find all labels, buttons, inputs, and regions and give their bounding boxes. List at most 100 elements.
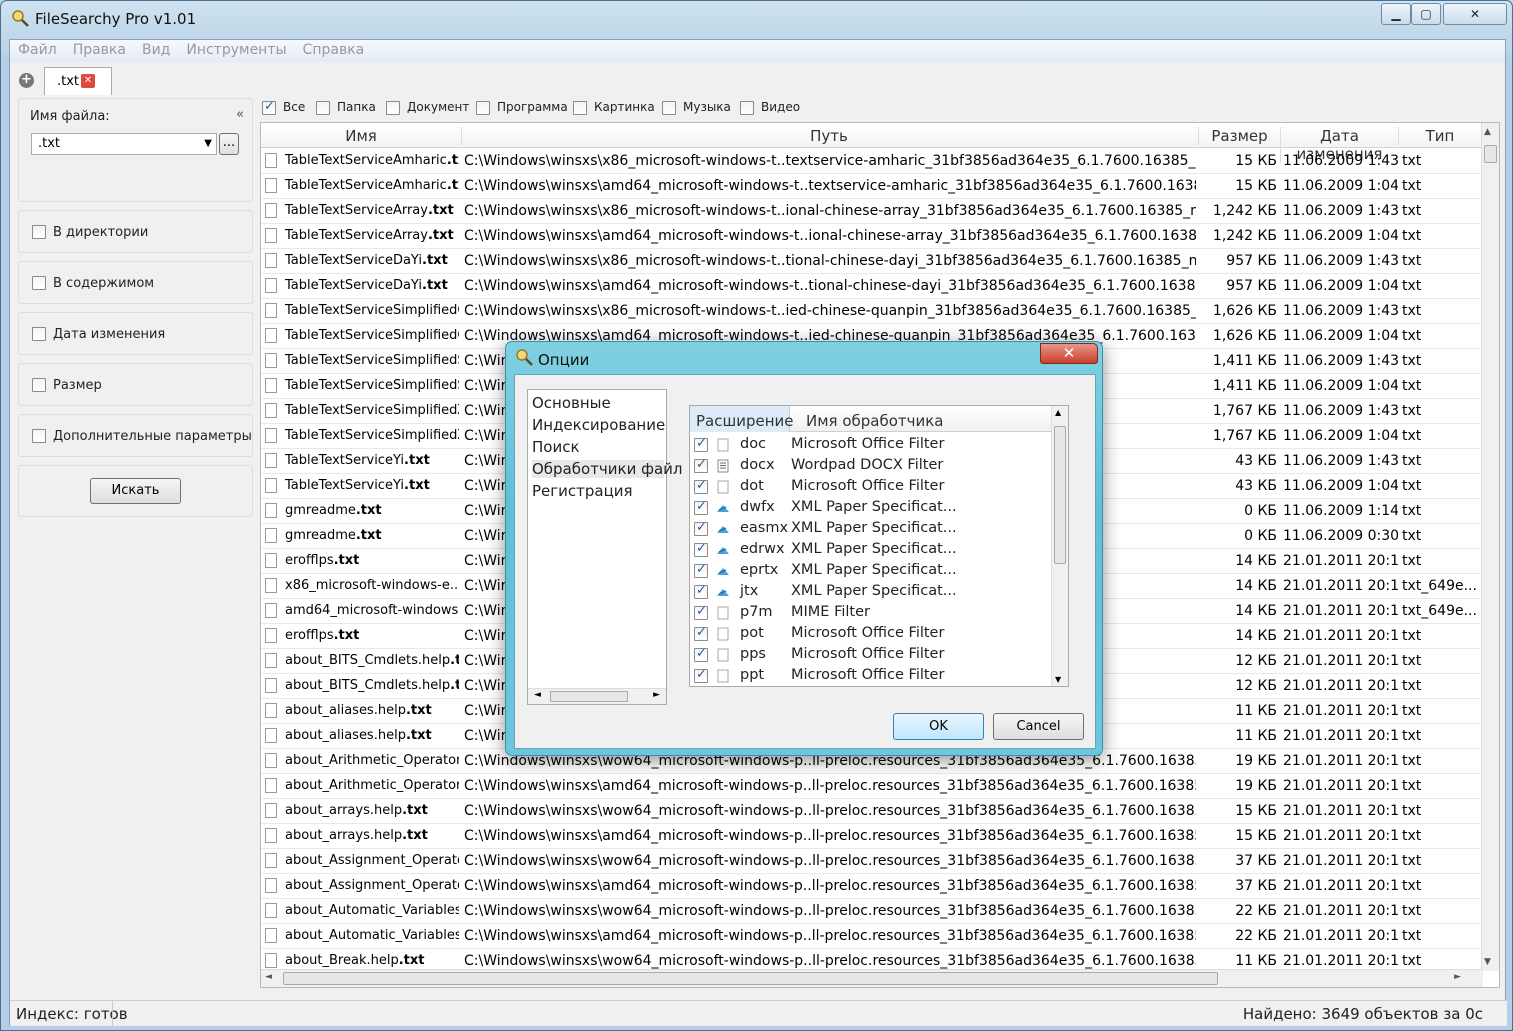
vertical-scrollbar[interactable]: ▲ ▼ <box>1481 123 1499 971</box>
filter-music-checkbox[interactable] <box>662 101 676 115</box>
table-row[interactable]: TableTextServiceDaYi.txt C:\Windows\winsx… <box>261 274 1481 299</box>
handlers-scrollbar[interactable]: ▲ ▼ <box>1051 406 1068 686</box>
handler-checkbox[interactable] <box>694 583 708 599</box>
scroll-left-icon[interactable]: ◄ <box>265 972 272 982</box>
handler-checkbox[interactable] <box>694 499 708 515</box>
header-type[interactable]: Тип <box>1398 127 1481 145</box>
minimize-button[interactable]: ▁ <box>1381 3 1411 25</box>
filter-document-checkbox[interactable] <box>386 101 400 115</box>
nav-horizontal-scrollbar[interactable]: ◄ ► <box>528 688 666 704</box>
option-size[interactable]: Размер <box>18 363 253 406</box>
header-extension[interactable]: Расширение <box>690 406 794 432</box>
table-row[interactable]: about_Assignment_Operators C:\Windows\win… <box>261 874 1481 899</box>
menu-help[interactable]: Справка <box>295 40 373 60</box>
handler-row[interactable]: docx Wordpad DOCX Filter <box>690 456 1052 477</box>
header-path[interactable]: Путь <box>461 127 1196 145</box>
scroll-right-icon[interactable]: ► <box>653 690 660 700</box>
nav-item-indexing[interactable]: Индексирование <box>532 416 665 434</box>
handler-row[interactable]: ppt Microsoft Office Filter <box>690 666 1052 686</box>
scroll-left-icon[interactable]: ◄ <box>534 690 541 700</box>
handler-row[interactable]: eprtx XML Paper Specificat... <box>690 561 1052 582</box>
option-advanced[interactable]: Дополнительные параметры <box>18 414 253 457</box>
header-name[interactable]: Имя <box>261 127 461 145</box>
horizontal-scrollbar[interactable]: ◄ ► <box>261 969 1483 987</box>
handler-row[interactable]: jtx XML Paper Specificat... <box>690 582 1052 603</box>
menu-tools[interactable]: Инструменты <box>178 40 294 60</box>
handler-row[interactable]: easmxXML Paper Specificat... <box>690 519 1052 540</box>
handler-row[interactable]: dot Microsoft Office Filter <box>690 477 1052 498</box>
cancel-button[interactable]: Cancel <box>993 713 1084 740</box>
scroll-down-icon[interactable]: ▼ <box>1055 675 1061 684</box>
menu-view[interactable]: Вид <box>134 40 178 60</box>
table-row[interactable]: TableTextServiceAmharic.txt C:\Windows\wi… <box>261 174 1481 199</box>
filter-program-checkbox[interactable] <box>476 101 490 115</box>
handler-checkbox[interactable] <box>694 541 708 557</box>
search-button[interactable]: Искать <box>90 478 181 504</box>
handler-checkbox[interactable] <box>694 562 708 578</box>
nav-scroll-thumb[interactable] <box>550 691 628 702</box>
table-row[interactable]: TableTextServiceArray.txt C:\Windows\wins… <box>261 199 1481 224</box>
table-row[interactable]: TableTextServiceArray.txt C:\Windows\wins… <box>261 224 1481 249</box>
handler-checkbox[interactable] <box>694 478 708 494</box>
handler-row[interactable]: pps Microsoft Office Filter <box>690 645 1052 666</box>
scroll-up-icon[interactable]: ▲ <box>1055 408 1061 417</box>
tab-txt[interactable]: .txt ✕ <box>44 67 112 95</box>
handler-checkbox[interactable] <box>694 457 708 473</box>
option-date[interactable]: Дата изменения <box>18 312 253 355</box>
date-checkbox[interactable] <box>32 327 46 341</box>
option-content[interactable]: В содержимом <box>18 261 253 304</box>
table-row[interactable]: about_Assignment_Operators C:\Windows\win… <box>261 849 1481 874</box>
horizontal-scroll-thumb[interactable] <box>283 972 1218 985</box>
handler-row[interactable]: pot Microsoft Office Filter <box>690 624 1052 645</box>
maximize-button[interactable]: ▢ <box>1411 3 1441 25</box>
nav-item-registration[interactable]: Регистрация <box>532 482 633 500</box>
scroll-right-icon[interactable]: ► <box>1454 972 1461 982</box>
scroll-down-icon[interactable]: ▼ <box>1484 957 1491 967</box>
table-row[interactable]: about_arrays.help.txt C:\Windows\winsxs\a… <box>261 824 1481 849</box>
filename-combo[interactable]: .txt ▼ <box>31 133 217 155</box>
filter-all-checkbox[interactable] <box>262 99 276 115</box>
table-row[interactable]: TableTextServiceSimplifiedQua C:\Windows\… <box>261 299 1481 324</box>
ok-button[interactable]: OK <box>893 713 984 740</box>
menu-file[interactable]: Файл <box>10 40 65 60</box>
table-row[interactable]: about_arrays.help.txt C:\Windows\winsxs\w… <box>261 799 1481 824</box>
header-handler[interactable]: Имя обработчика <box>806 412 944 430</box>
vertical-scroll-thumb[interactable] <box>1484 145 1497 163</box>
handler-row[interactable]: dwfx XML Paper Specificat... <box>690 498 1052 519</box>
chevron-down-icon[interactable]: ▼ <box>204 138 212 149</box>
table-row[interactable]: about_Arithmetic_Operators.h C:\Windows\w… <box>261 774 1481 799</box>
dialog-close-button[interactable]: ✕ <box>1040 343 1098 364</box>
table-row[interactable]: TableTextServiceDaYi.txt C:\Windows\winsx… <box>261 249 1481 274</box>
tab-close-icon[interactable]: ✕ <box>81 74 95 88</box>
filter-video-checkbox[interactable] <box>740 101 754 115</box>
handler-checkbox[interactable] <box>694 625 708 641</box>
handler-row[interactable]: doc Microsoft Office Filter <box>690 435 1052 456</box>
filter-folder-checkbox[interactable] <box>316 101 330 115</box>
filter-image-checkbox[interactable] <box>573 101 587 115</box>
advanced-checkbox[interactable] <box>32 429 46 443</box>
nav-item-file-handlers[interactable]: Обработчики файл <box>532 460 682 478</box>
nav-item-general[interactable]: Основные <box>532 394 611 412</box>
handler-checkbox[interactable] <box>694 604 708 620</box>
handler-row[interactable]: edrwx XML Paper Specificat... <box>690 540 1052 561</box>
option-directory[interactable]: В директории <box>18 210 253 253</box>
content-checkbox[interactable] <box>32 276 46 290</box>
table-row[interactable]: about_Automatic_Variables.he C:\Windows\w… <box>261 899 1481 924</box>
handler-checkbox[interactable] <box>694 667 708 683</box>
menu-edit[interactable]: Правка <box>65 40 134 60</box>
size-checkbox[interactable] <box>32 378 46 392</box>
directory-checkbox[interactable] <box>32 225 46 239</box>
close-button[interactable]: ✕ <box>1443 3 1507 25</box>
browse-button[interactable]: ... <box>219 133 239 155</box>
table-row[interactable]: about_Automatic_Variables.he C:\Windows\w… <box>261 924 1481 949</box>
handlers-scroll-thumb[interactable] <box>1054 426 1066 564</box>
header-size[interactable]: Размер <box>1198 127 1280 145</box>
table-row[interactable]: TableTextServiceAmharic.txt C:\Windows\wi… <box>261 149 1481 174</box>
handler-row[interactable]: p7m MIME Filter <box>690 603 1052 624</box>
handler-checkbox[interactable] <box>694 520 708 536</box>
handler-checkbox[interactable] <box>694 646 708 662</box>
scroll-up-icon[interactable]: ▲ <box>1484 127 1491 137</box>
add-tab-icon[interactable]: + <box>19 73 34 88</box>
nav-item-search[interactable]: Поиск <box>532 438 580 456</box>
handler-checkbox[interactable] <box>694 436 708 452</box>
